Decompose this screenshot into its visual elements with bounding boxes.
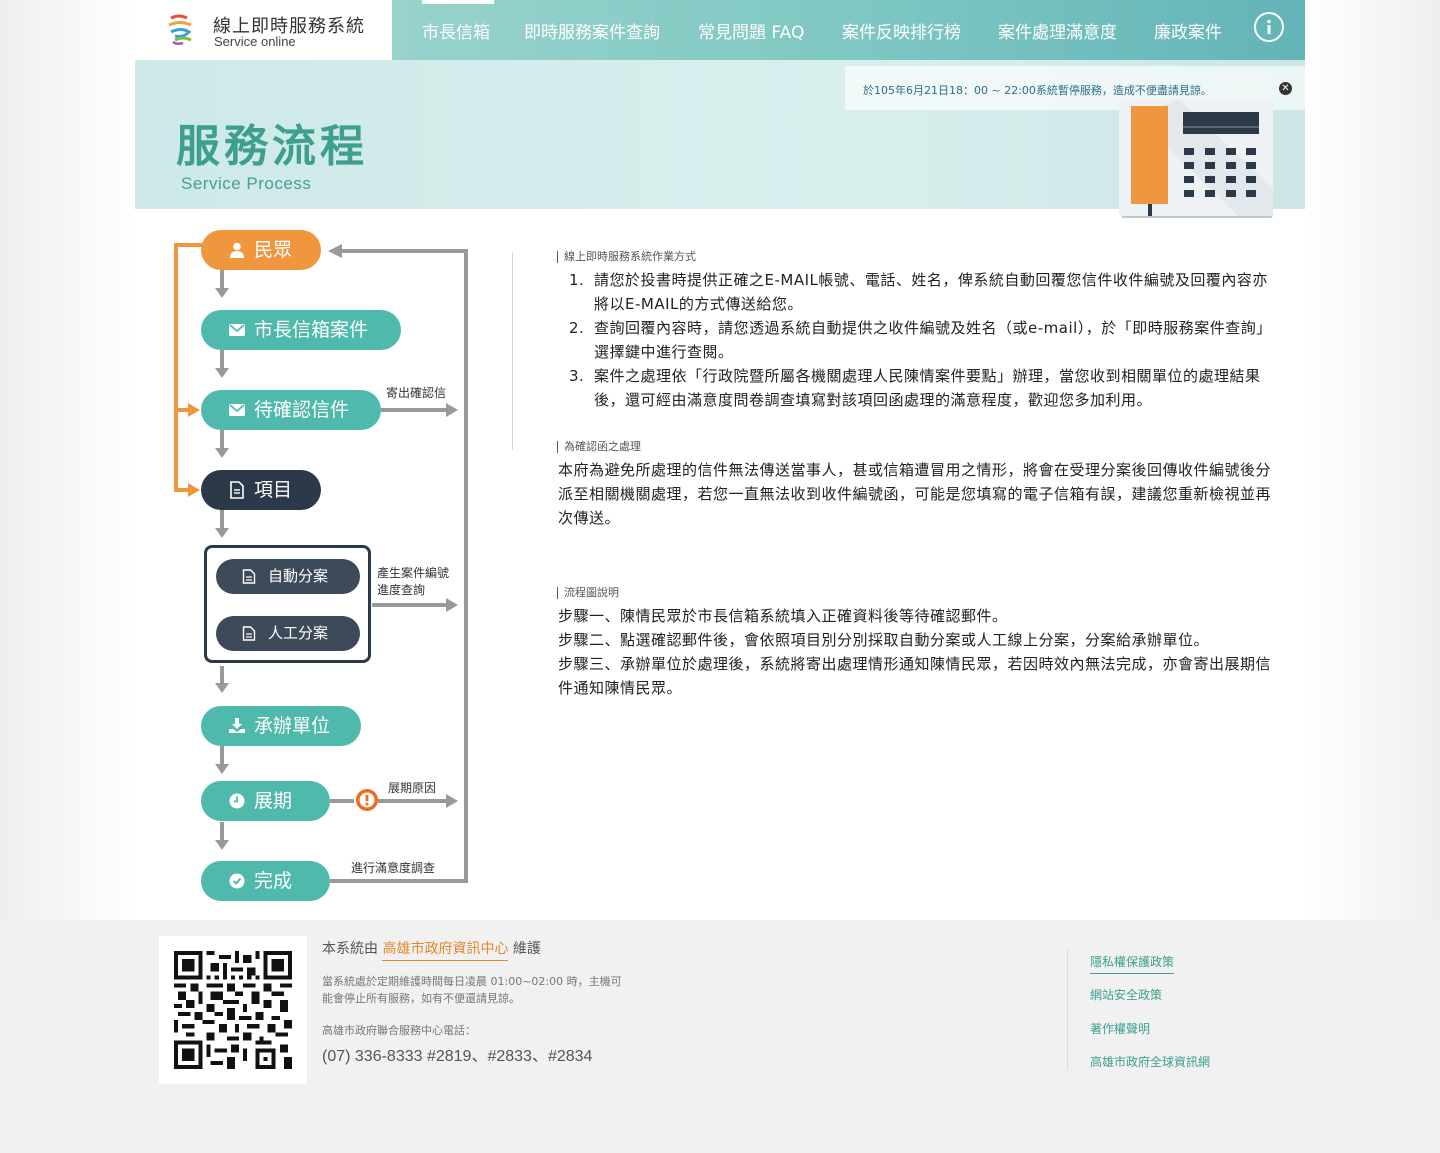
operation-list: 1. 請您於投書時提供正確之E-MAIL帳號、電話、姓名，俾系統自動回覆您信件收件… — [565, 268, 1280, 412]
list-item-text: 請您於投書時提供正確之E-MAIL帳號、電話、姓名，俾系統自動回覆您信件收件編號… — [594, 271, 1268, 313]
section-heading-flow-description: 流程圖說明 — [557, 587, 619, 599]
flow-step-auto-dispatch: 自動分案 — [216, 559, 360, 594]
list-item-text: 案件之處理依「行政院暨所屬各機關處理人民陳情案件要點」辦理，當您收到相關單位的處… — [594, 367, 1261, 409]
flow-description-step-3: 步驟三、承辦單位於處理後，系統將寄出處理情形通知陳情民眾，若因時效內無法完成，亦… — [558, 655, 1272, 697]
phone-number: (07) 336-8333 #2819、#2833、#2834 — [322, 1048, 593, 1065]
flow-description: 步驟一、陳情民眾於市長信箱系統填入正確資料後等待確認郵件。 步驟二、點選確認郵件… — [558, 604, 1280, 700]
flow-step-unit-label: 承辦單位 — [254, 715, 331, 737]
nav-item-satisfaction[interactable]: 案件處理滿意度 — [998, 18, 1117, 43]
flow-step-done: 完成 — [201, 861, 330, 901]
flow-step-citizen-label: 民眾 — [254, 239, 293, 261]
maintainer-prefix: 本系統由 — [322, 941, 378, 957]
flow-step-citizen: 民眾 — [201, 230, 321, 270]
flow-step-manual-dispatch-label: 人工分案 — [268, 624, 329, 642]
document-icon — [242, 626, 256, 641]
nav-item-ranking[interactable]: 案件反映排行榜 — [842, 18, 961, 43]
kaohsiung-portal-link[interactable]: 高雄市政府全球資訊網 — [1090, 1053, 1210, 1070]
flow-step-unit: 承辦單位 — [201, 706, 361, 746]
list-item: 3. 案件之處理依「行政院暨所屬各機關處理人民陳情案件要點」辦理，當您收到相關單位… — [565, 364, 1280, 412]
flow-note-case-number: 產生案件編號 — [377, 566, 450, 580]
clock-icon — [229, 793, 245, 809]
section-heading-operation: 線上即時服務系統作業方式 — [557, 251, 696, 263]
flow-step-extend-label: 展期 — [254, 790, 293, 812]
nav-item-integrity[interactable]: 廉政案件 — [1154, 18, 1222, 43]
main-nav: 市長信箱 即時服務案件查詢 常見問題 FAQ 案件反映排行榜 案件處理滿意度 廉… — [392, 0, 1305, 60]
flow-note-extend-reason: 展期原因 — [388, 781, 437, 795]
maintenance-note: 當系統處於定期維護時間每日凌晨 01:00~02:00 時，主機可能會停止所有服… — [322, 975, 622, 1005]
flow-step-item: 項目 — [201, 470, 321, 510]
flow-description-step-2: 步驟二、點選確認郵件後，會依照項目別分別採取自動分案或人工線上分案，分案給承辦單… — [558, 631, 1210, 649]
notice-text: 於105年6月21日18：00 ~ 22:00系統暫停服務，造成不便盡請見諒。 — [863, 84, 1212, 97]
flow-step-mayor-mail-label: 市長信箱案件 — [254, 319, 369, 341]
flow-step-done-label: 完成 — [254, 870, 293, 892]
flow-note-survey: 進行滿意度調查 — [351, 861, 436, 875]
list-item-number: 2. — [569, 319, 585, 337]
copyright-link[interactable]: 著作權聲明 — [1090, 1020, 1150, 1037]
user-icon — [230, 242, 244, 258]
service-flow-diagram: 民眾 市長信箱案件 待確認信件 項目 自動分案 人工分案 承辦單位 展期 完成 … — [0, 0, 500, 920]
document-icon — [242, 569, 256, 584]
content-divider — [512, 252, 513, 450]
flow-step-auto-dispatch-label: 自動分案 — [268, 567, 329, 585]
section-heading-confirmation: 為確認函之處理 — [557, 441, 641, 453]
envelope-icon — [229, 324, 245, 336]
qr-code — [159, 936, 307, 1084]
phone-label: 高雄市政府聯合服務中心電話： — [322, 1024, 476, 1037]
qr-code-icon — [174, 951, 292, 1069]
flow-note-send-confirm: 寄出確認信 — [386, 386, 447, 400]
list-item-number: 3. — [569, 367, 585, 385]
info-button[interactable] — [1254, 12, 1284, 42]
check-circle-icon — [229, 873, 245, 889]
list-item-number: 1. — [569, 271, 585, 289]
flow-dispatch-group: 自動分案 人工分案 — [204, 545, 371, 663]
download-icon — [229, 718, 245, 733]
flow-step-extend: 展期 — [201, 781, 330, 821]
flow-step-mayor-mail: 市長信箱案件 — [201, 310, 401, 350]
flow-step-manual-dispatch: 人工分案 — [216, 616, 360, 651]
envelope-icon — [229, 404, 245, 416]
document-icon — [230, 481, 244, 499]
maintainer-info: 本系統由 高雄市政府資訊中心 維護 — [322, 938, 541, 961]
nav-item-faq[interactable]: 常見問題 FAQ — [698, 18, 804, 43]
flow-step-pending-label: 待確認信件 — [254, 399, 350, 421]
nav-item-case-query[interactable]: 即時服務案件查詢 — [524, 18, 660, 43]
telephone-illustration-icon — [1119, 99, 1273, 218]
privacy-policy-link[interactable]: 隱私權保護政策 — [1090, 953, 1175, 974]
flow-step-item-label: 項目 — [254, 479, 293, 501]
list-item: 2. 查詢回覆內容時，請您透過系統自動提供之收件編號及姓名（或e-mail），於「… — [565, 316, 1280, 364]
maintainer-suffix: 維護 — [512, 941, 541, 957]
flow-step-pending: 待確認信件 — [201, 390, 381, 430]
list-item-text: 查詢回覆內容時，請您透過系統自動提供之收件編號及姓名（或e-mail），於「即時… — [594, 319, 1272, 361]
site-footer: 本系統由 高雄市政府資訊中心 維護 當系統處於定期維護時間每日凌晨 01:00~… — [0, 920, 1440, 1153]
info-circle-icon — [1267, 19, 1271, 34]
list-item: 1. 請您於投書時提供正確之E-MAIL帳號、電話、姓名，俾系統自動回覆您信件收件… — [565, 268, 1280, 316]
info-center-link[interactable]: 高雄市政府資訊中心 — [382, 941, 509, 961]
security-policy-link[interactable]: 網站安全政策 — [1090, 986, 1162, 1003]
footer-divider — [1067, 948, 1068, 1070]
flow-note-progress: 進度查詢 — [377, 583, 426, 597]
confirmation-paragraph: 本府為避免所處理的信件無法傳送當事人，甚或信箱遭冒用之情形，將會在受理分案後回傳… — [558, 461, 1272, 527]
close-icon[interactable]: ✕ — [1279, 82, 1292, 95]
flow-description-step-1: 步驟一、陳情民眾於市長信箱系統填入正確資料後等待確認郵件。 — [558, 607, 1008, 625]
